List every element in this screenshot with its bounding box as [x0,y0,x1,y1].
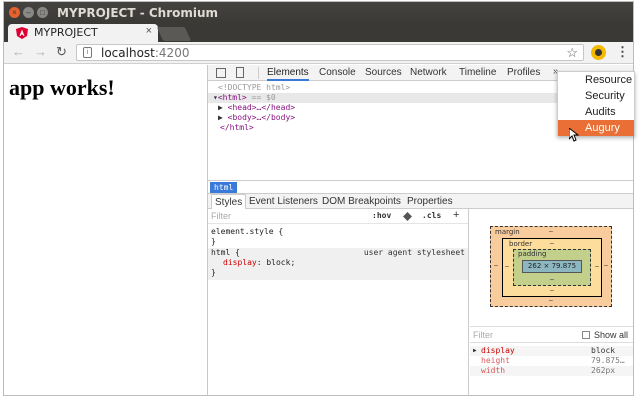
show-all-checkbox[interactable] [582,331,590,339]
html-ua-rule[interactable]: html { user agent stylesheet display: bl… [208,248,468,280]
more-tabs-menu: Resource Security Audits Augury [557,71,635,136]
border-right-value: – [595,263,599,270]
tab-styles[interactable]: Styles [211,194,247,209]
tab-profiles[interactable]: Profiles [507,67,540,78]
tab-timeline[interactable]: Timeline [459,67,496,78]
tab-elements[interactable]: Elements [267,67,309,81]
mouse-cursor-icon [569,128,579,142]
page-content: app works! [4,65,207,395]
box-model-padding[interactable]: padding – 262 × 79.875 [513,249,591,286]
new-tab-button[interactable] [156,27,192,41]
box-model-border[interactable]: border – – – – padding – 262 × 79.875 [502,238,602,297]
tab-title: MYPROJECT [34,26,98,39]
menu-item-audits[interactable]: Audits [558,104,634,120]
tab-strip: MYPROJECT × [4,24,633,42]
tab-event-listeners[interactable]: Event Listeners [249,196,318,207]
box-model-content[interactable]: 262 × 79.875 [522,260,582,273]
angular-icon [16,27,28,39]
element-style-selector: element.style { [211,227,284,236]
computed-prop-name: width [481,366,506,375]
border-label: border [509,240,533,248]
rule-source[interactable]: user agent stylesheet [364,248,465,258]
window-minimize-button[interactable]: – [23,7,34,18]
styles-pane: Filter :hov .cls + element.style { } htm… [208,209,469,395]
computed-prop-name: display [481,346,515,355]
computed-row-height[interactable]: height 79.875… [470,356,633,366]
show-all-label: Show all [594,330,629,340]
window-close-button[interactable]: × [9,7,20,18]
bookmark-star-icon[interactable]: ☆ [566,45,578,61]
cls-button[interactable]: .cls [422,211,441,220]
margin-left-value: – [494,262,498,269]
computed-prop-value: 79.875… [591,356,625,365]
augury-extension-icon[interactable] [591,45,606,60]
box-model-diagram: margin – – – – border – – – – padding – [490,226,612,307]
tab-close-icon[interactable]: × [146,25,152,37]
window-maximize-button[interactable]: □ [37,7,48,18]
tab-sources[interactable]: Sources [365,67,402,78]
dom-doctype[interactable]: <!DOCTYPE html> [218,83,290,93]
url-text: localhost:4200 [101,46,190,60]
browser-window: × – □ MYPROJECT - Chromium MYPROJECT × ←… [3,1,634,396]
color-format-icon[interactable] [403,212,412,221]
tab-console[interactable]: Console [319,67,356,78]
computed-prop-value: 262px [591,366,616,375]
computed-filter-row: Filter Show all [470,326,633,343]
window-title: MYPROJECT - Chromium [57,6,219,20]
element-style-rule[interactable]: element.style { } [208,227,468,247]
info-icon[interactable]: i [83,47,92,58]
menu-item-resource[interactable]: Resource [558,72,634,88]
menu-item-security[interactable]: Security [558,88,634,104]
computed-prop-name: height [481,356,510,365]
padding-label: padding [518,250,547,258]
browser-toolbar: ← → ↻ i localhost:4200 ☆ ⋮ [4,42,633,64]
border-bottom-value: – [550,287,554,294]
computed-row-display[interactable]: ▶ display block [470,346,633,356]
dom-head-node[interactable]: ▶ <head>…</head> [218,103,295,113]
inspect-icon[interactable] [216,68,226,78]
computed-row-width[interactable]: width 262px [470,366,633,376]
hov-button[interactable]: :hov [372,211,391,220]
margin-bottom-value: – [549,297,553,304]
computed-filter-input[interactable]: Filter [473,330,493,340]
html-rule-close: } [211,268,216,277]
element-style-close: } [211,237,216,246]
padding-bottom-value: – [550,276,554,283]
new-rule-button[interactable]: + [453,209,459,221]
sidebar-tabs: Styles Event Listeners DOM Breakpoints P… [208,193,633,209]
border-top-value: – [550,240,554,247]
toolbar-divider [258,67,259,79]
dom-html-node[interactable]: ▾<html> == $0 [213,93,276,103]
styles-filter-input[interactable]: Filter [211,211,231,221]
margin-label: margin [495,228,520,236]
page-heading: app works! [9,75,115,100]
menu-icon[interactable]: ⋮ [616,44,629,60]
breadcrumb-html[interactable]: html [210,182,238,193]
tab-myproject[interactable]: MYPROJECT × [8,24,158,42]
styles-filter-row: Filter :hov .cls + [208,209,468,224]
title-bar: × – □ MYPROJECT - Chromium [4,2,633,24]
computed-prop-value: block [591,346,616,355]
margin-top-value: – [549,228,553,235]
html-rule-declaration: display: block; [223,258,296,267]
tab-network[interactable]: Network [410,67,447,78]
computed-pane: margin – – – – border – – – – padding – [470,209,633,395]
border-left-value: – [505,263,509,270]
breadcrumb-bar: html [208,180,633,193]
dom-html-close[interactable]: </html> [220,123,254,133]
forward-icon[interactable]: → [34,45,47,59]
box-model-margin[interactable]: margin – – – – border – – – – padding – [490,226,612,307]
dom-body-node[interactable]: ▶ <body>…</body> [218,113,295,123]
device-mode-icon[interactable] [236,67,244,78]
tab-dom-breakpoints[interactable]: DOM Breakpoints [322,196,401,207]
reload-icon[interactable]: ↻ [56,45,67,59]
tab-properties[interactable]: Properties [407,196,453,207]
address-bar[interactable]: i localhost:4200 ☆ [76,44,584,61]
margin-right-value: – [604,262,608,269]
expand-icon[interactable]: ▶ [473,346,477,356]
back-icon[interactable]: ← [12,45,25,59]
